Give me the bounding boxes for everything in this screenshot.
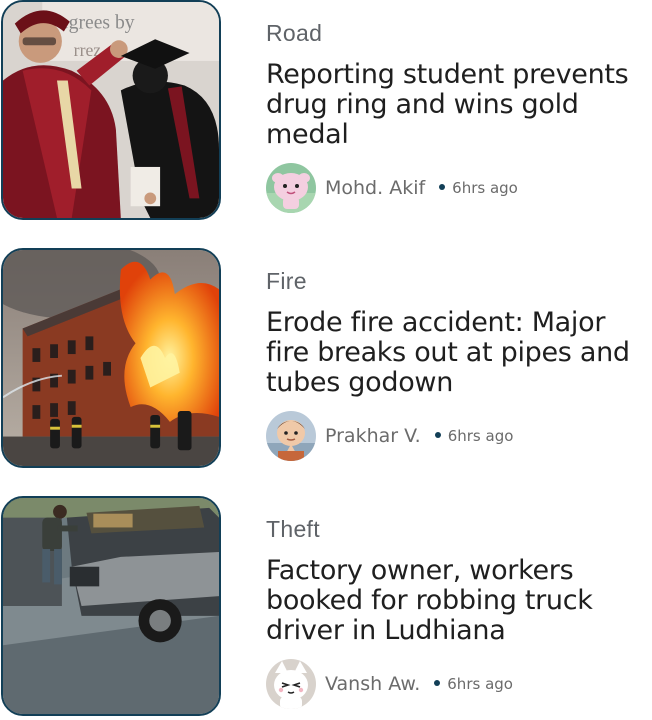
- separator-dot: [439, 184, 446, 190]
- white-cat-avatar-icon: [266, 659, 316, 709]
- pink-character-avatar-icon: [266, 163, 316, 213]
- article-category: Theft: [266, 516, 320, 542]
- author-avatar[interactable]: [266, 163, 316, 213]
- article-category: Fire: [266, 268, 307, 294]
- author-name[interactable]: Prakhar V.: [325, 425, 421, 447]
- timestamp: 6hrs ago: [447, 675, 513, 693]
- article-thumbnail-truck[interactable]: [1, 496, 221, 716]
- article-card-3[interactable]: Theft Factory owner, workers booked for …: [0, 496, 652, 720]
- article-byline: Prakhar V. 6hrs ago: [266, 411, 513, 461]
- banner-text: egrees by: [60, 13, 135, 34]
- author-name[interactable]: Vansh Aw.: [325, 673, 420, 695]
- article-thumbnail-graduation[interactable]: egrees by rrez ed: [1, 0, 221, 220]
- graduation-photo: egrees by rrez ed: [3, 2, 219, 218]
- author-name[interactable]: Mohd. Akif: [325, 177, 425, 199]
- article-byline: Mohd. Akif 6hrs ago: [266, 163, 518, 213]
- timestamp: 6hrs ago: [447, 427, 514, 445]
- praying-character-avatar-icon: [266, 411, 316, 461]
- separator-dot: [434, 432, 441, 438]
- article-thumbnail-fire[interactable]: [1, 248, 221, 468]
- separator-dot: [434, 680, 441, 686]
- timestamp: 6hrs ago: [452, 179, 518, 197]
- truck-theft-photo: [3, 498, 219, 714]
- article-headline[interactable]: Erode fire accident: Major fire breaks o…: [266, 308, 650, 398]
- article-byline: Vansh Aw. 6hrs ago: [266, 659, 513, 709]
- news-feed: egrees by rrez ed Road Reporting student…: [0, 0, 652, 720]
- article-card-2[interactable]: Fire Erode fire accident: Major fire bre…: [0, 248, 652, 472]
- article-headline[interactable]: Reporting student prevents drug ring and…: [266, 60, 650, 150]
- author-avatar[interactable]: [266, 659, 316, 709]
- author-avatar[interactable]: [266, 411, 316, 461]
- article-headline[interactable]: Factory owner, workers booked for robbin…: [266, 556, 650, 646]
- article-card-1[interactable]: egrees by rrez ed Road Reporting student…: [0, 0, 652, 224]
- article-category: Road: [266, 20, 323, 46]
- building-fire-photo: [3, 250, 219, 466]
